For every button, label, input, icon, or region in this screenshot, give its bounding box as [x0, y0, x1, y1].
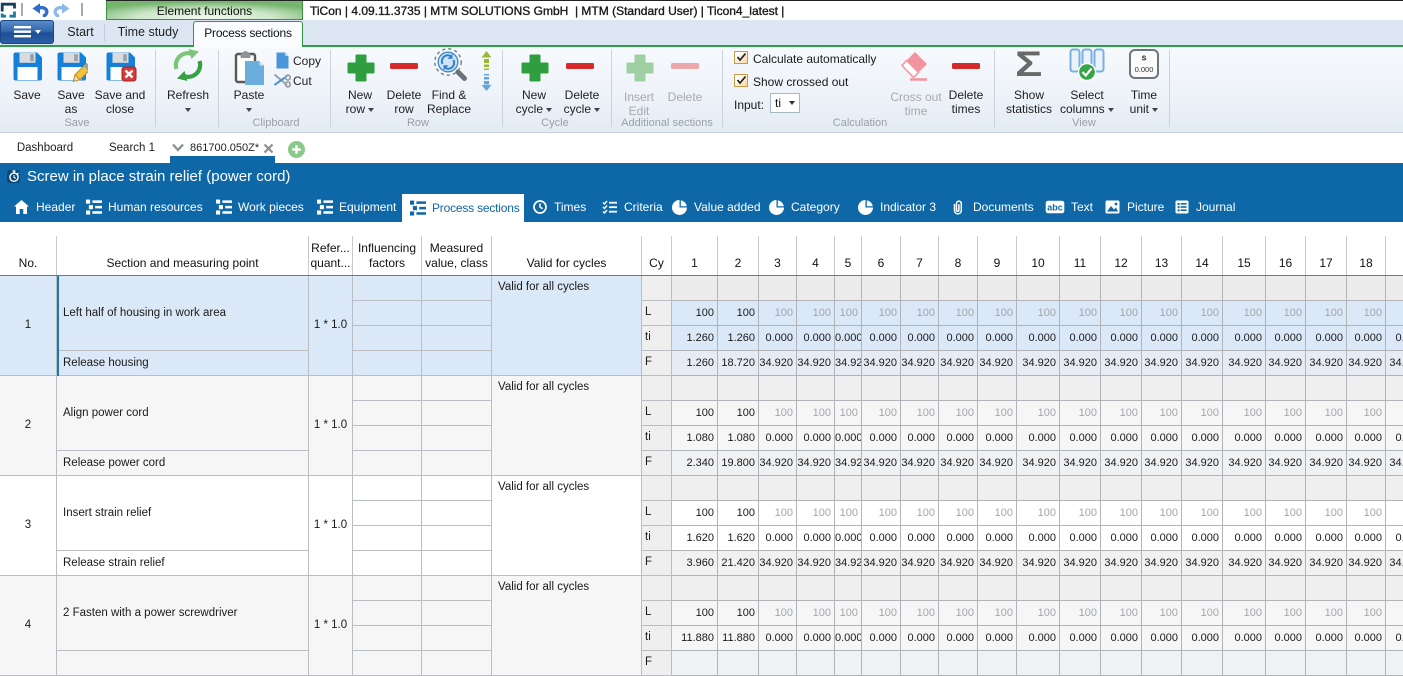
- svg-text:s: s: [1141, 53, 1146, 63]
- svg-text:abc: abc: [1047, 203, 1063, 213]
- svg-text:0.000: 0.000: [1135, 65, 1154, 74]
